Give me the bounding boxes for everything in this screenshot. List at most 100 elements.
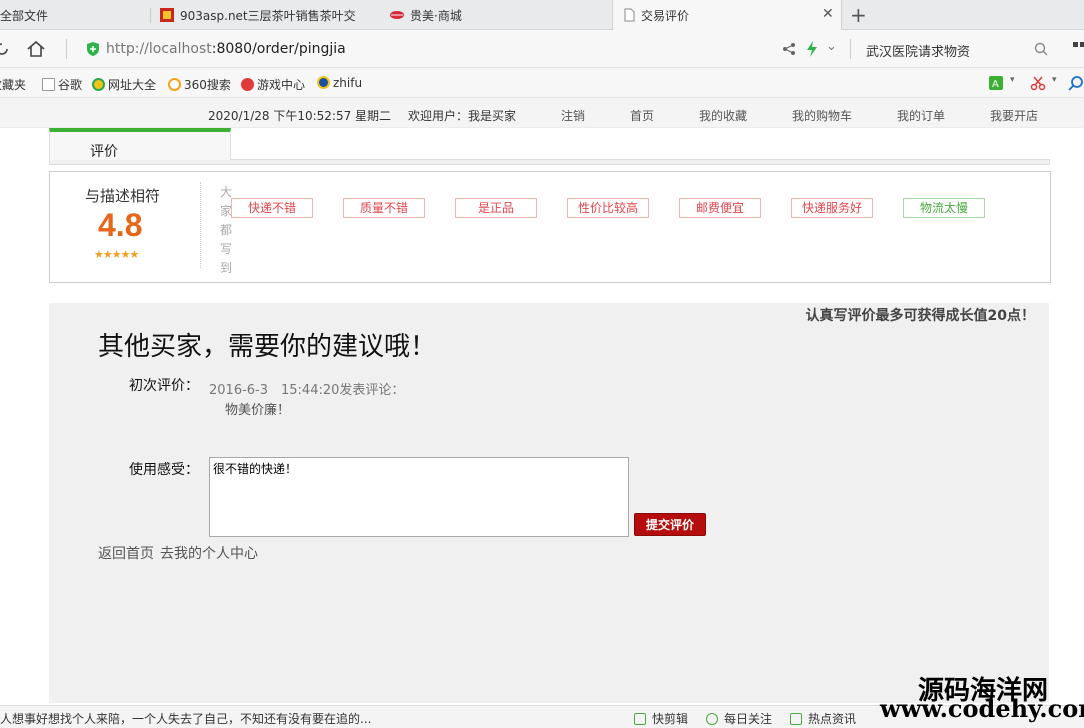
daily-focus-button[interactable]: 每日关注	[706, 710, 772, 727]
toolbar-divider	[850, 39, 851, 59]
first-review-label: 初次评价：	[129, 378, 199, 394]
quick-edit-button[interactable]: 快剪辑	[634, 710, 688, 727]
status-item-label: 快剪辑	[652, 712, 689, 726]
news-ticker[interactable]: 人想事好想找个人来陪，一个人失去了自己，不知还有没有要在追的...	[0, 710, 371, 727]
page-title: 其他买家，需要你的建议哦！	[98, 332, 437, 362]
usage-label: 使用感受：	[129, 462, 199, 478]
bookmark-label: 360搜索	[184, 78, 231, 92]
toolbar-divider	[66, 39, 67, 59]
tab-label: 交易评价	[641, 9, 690, 23]
lips-favicon-icon	[390, 11, 404, 19]
play-icon	[706, 713, 718, 725]
footer-links: 返回首页 去我的个人中心	[98, 543, 264, 563]
grid-icon[interactable]	[1072, 41, 1084, 57]
score-value: 4.8	[98, 207, 143, 243]
chevron-down-icon[interactable]: ▾	[1052, 75, 1057, 85]
bookmark-label: 收藏夹	[0, 78, 27, 92]
refresh-icon[interactable]	[0, 41, 10, 57]
status-item-label: 每日关注	[724, 712, 773, 726]
page-icon	[42, 78, 55, 91]
tag-fast-delivery[interactable]: 快递不错	[231, 198, 313, 218]
hot-news-button[interactable]: 热点资讯	[790, 710, 856, 727]
rating-tags-panel: 与描述相符 4.8 ★★★★★ 大家都写到 快递不错 质量不错 是正品 性价比较…	[49, 171, 1051, 283]
chevron-down-icon[interactable]: ⌄	[826, 39, 837, 54]
submit-review-button[interactable]: 提交评价	[634, 513, 706, 536]
bookmark-label: 游戏中心	[257, 78, 306, 92]
first-review-date: 2016-6-3 15:44:20发表评论：	[209, 383, 405, 398]
tab-label: 贵美·商城	[410, 9, 462, 23]
zoom-icon[interactable]	[1068, 75, 1084, 91]
address-toolbar: http://localhost:8080/order/pingjia ⌄ 武汉…	[0, 30, 1084, 68]
url-path: :8080/order/pingjia	[211, 41, 346, 57]
browser-tab-bar: 全部文件 903asp.net三层茶叶销售茶叶交 贵美·商城 交易评价 ✕ +	[0, 0, 1084, 31]
bookmark-label: zhifu	[333, 76, 363, 90]
bookmark-favorites[interactable]: 收藏夹	[0, 76, 26, 93]
back-home-link[interactable]: 返回首页	[98, 546, 154, 562]
zhifu-icon	[317, 76, 330, 89]
tag-good-service[interactable]: 快递服务好	[791, 198, 873, 218]
bookmark-360-search[interactable]: 360搜索	[168, 76, 231, 93]
first-review-text: 物美价廉！	[225, 403, 291, 418]
tag-slow-logistics[interactable]: 物流太慢	[903, 198, 985, 218]
score-label: 与描述相符	[85, 187, 161, 205]
home-link[interactable]: 首页	[630, 107, 654, 124]
search-icon[interactable]	[1034, 42, 1048, 56]
tab-label: 903asp.net三层茶叶销售茶叶交	[180, 9, 356, 23]
video-icon	[634, 713, 646, 725]
growth-points-note: 认真写评价最多可获得成长值20点！	[805, 308, 1035, 324]
tag-cheap-shipping[interactable]: 邮费便宜	[679, 198, 761, 218]
tab-divider	[150, 8, 151, 23]
my-favorites-link[interactable]: 我的收藏	[699, 107, 747, 124]
bookmark-label: 网址大全	[108, 78, 157, 92]
page-favicon-icon	[624, 8, 635, 22]
current-datetime: 2020/1/28 下午10:52:57 星期二	[208, 109, 392, 123]
bookmark-label: 谷歌	[58, 78, 83, 92]
logout-link[interactable]: 注销	[561, 107, 585, 124]
lightning-icon[interactable]	[806, 41, 818, 57]
usage-textarea[interactable]: 很不错的快递！	[209, 457, 629, 537]
translate-icon[interactable]: A	[988, 75, 1006, 91]
tag-genuine[interactable]: 是正品	[455, 198, 537, 218]
close-tab-icon[interactable]: ✕	[822, 6, 834, 22]
home-icon[interactable]	[26, 40, 46, 58]
tab-label: 全部文件	[0, 9, 49, 23]
360-search-icon	[168, 78, 181, 91]
bookmark-url-portal[interactable]: 网址大全	[92, 76, 156, 93]
tab-review-label: 评价	[90, 144, 118, 160]
secure-shield-icon	[87, 42, 99, 56]
bookmarks-bar: 收藏夹 谷歌 网址大全 360搜索 游戏中心 zhifu A ▾ ▾	[0, 68, 1084, 98]
portal-icon	[92, 78, 105, 91]
bookmark-zhifu[interactable]: zhifu	[317, 76, 362, 90]
bookmark-game-center[interactable]: 游戏中心	[241, 76, 305, 93]
site-favicon-icon	[160, 8, 174, 22]
svg-text:A: A	[992, 79, 999, 90]
news-icon	[790, 713, 802, 725]
open-shop-link[interactable]: 我要开店	[990, 107, 1038, 124]
search-text: 武汉医院请求物资	[866, 45, 971, 60]
tab-trade-review[interactable]: 交易评价	[612, 0, 842, 31]
scissors-icon[interactable]	[1030, 75, 1046, 91]
chevron-down-icon[interactable]: ▾	[1010, 75, 1015, 85]
personal-center-link[interactable]: 去我的个人中心	[160, 546, 258, 562]
my-cart-link[interactable]: 我的购物车	[792, 107, 852, 124]
tab-guimei-shop[interactable]: 贵美·商城	[388, 0, 608, 30]
tag-good-value[interactable]: 性价比较高	[567, 198, 649, 218]
welcome-user: 欢迎用户：我是买家	[408, 109, 517, 123]
my-orders-link[interactable]: 我的订单	[897, 107, 945, 124]
bookmark-google[interactable]: 谷歌	[42, 76, 82, 93]
rating-stars-icon: ★★★★★	[94, 248, 139, 261]
url-host: http://localhost	[106, 41, 212, 57]
watermark-url: www.codehy.com	[880, 694, 1084, 723]
site-top-bar: 2020/1/28 下午10:52:57 星期二 欢迎用户：我是买家 注销 首页…	[0, 98, 1084, 128]
tag-good-quality[interactable]: 质量不错	[343, 198, 425, 218]
tab-all-files[interactable]: 全部文件	[0, 0, 148, 30]
tab-tea-shop[interactable]: 903asp.net三层茶叶销售茶叶交	[158, 0, 380, 30]
url-field[interactable]: http://localhost:8080/order/pingjia	[106, 41, 346, 57]
game-center-icon	[241, 78, 254, 91]
tab-review[interactable]: 评价	[49, 128, 231, 160]
status-item-label: 热点资讯	[808, 712, 857, 726]
new-tab-icon[interactable]: +	[850, 3, 867, 27]
share-icon[interactable]	[782, 42, 796, 56]
search-box[interactable]: 武汉医院请求物资	[866, 41, 970, 60]
review-form-area: 认真写评价最多可获得成长值20点！ 其他买家，需要你的建议哦！ 初次评价： 20…	[49, 303, 1049, 703]
